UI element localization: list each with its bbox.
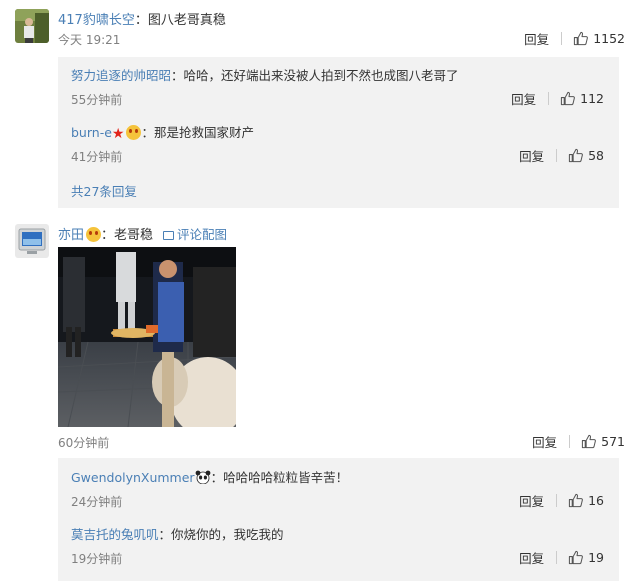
like-button[interactable]: 16 [568, 493, 604, 508]
reply-text: 哈哈哈哈粒粒皆辛苦！ [223, 470, 349, 485]
comment-meta: 60分钟前 回复 571 [58, 432, 625, 452]
like-count: 19 [588, 550, 604, 565]
comment-meta: 今天 19:21 回复 1152 [58, 29, 625, 49]
reply-meta: 24分钟前 回复 16 [71, 491, 604, 511]
timestamp: 19分钟前 [71, 552, 123, 566]
username-link[interactable]: 亦田 [58, 228, 84, 243]
thumbs-up-icon [582, 434, 597, 449]
divider [556, 551, 558, 564]
comment-line: 亦田 ：老哥稳 评论配图 [58, 227, 228, 243]
timestamp: 今天 19:21 [58, 33, 121, 47]
reply-meta: 19分钟前 回复 19 [71, 548, 604, 568]
comment-text: 图八老哥真稳 [147, 13, 226, 28]
reply-text: 那是抢救国家财产 [153, 125, 254, 140]
panda-emoji-icon [195, 470, 210, 484]
reply-thread: 努力追逐的帅昭昭：哈哈，还好端出来没被人拍到不然也成图八老哥了 55分钟前 回复… [58, 57, 619, 208]
emoji-face-icon [126, 125, 142, 140]
like-count: 16 [588, 493, 604, 508]
reply-item: 努力追逐的帅昭昭：哈哈，还好端出来没被人拍到不然也成图八老哥了 55分钟前 回复… [71, 65, 604, 113]
reply-button[interactable]: 回复 [519, 548, 544, 567]
reply-button[interactable]: 回复 [532, 432, 557, 451]
reply-item: 莫吉托的兔叽叽：你烧你的，我吃我的 19分钟前 回复 19 [71, 524, 604, 572]
avatar[interactable] [15, 9, 49, 43]
like-button[interactable]: 19 [568, 550, 604, 565]
reply-meta: 41分钟前 回复 58 [71, 146, 604, 166]
like-count: 1152 [593, 31, 625, 46]
comment-photo[interactable] [58, 247, 236, 427]
emoji-face-icon [86, 227, 102, 242]
reply-button[interactable]: 回复 [519, 491, 544, 510]
timestamp: 24分钟前 [71, 495, 123, 509]
like-count: 112 [580, 91, 604, 106]
timestamp: 41分钟前 [71, 150, 123, 164]
timestamp: 60分钟前 [58, 436, 110, 450]
thumbs-up-icon [568, 550, 583, 565]
divider [556, 494, 558, 507]
like-count: 58 [588, 148, 604, 163]
comment-text: 老哥稳 [114, 228, 154, 243]
reply-text: 哈哈，还好端出来没被人拍到不然也成图八老哥了 [183, 68, 459, 83]
comment-image-link[interactable]: 评论配图 [163, 227, 227, 242]
timestamp: 55分钟前 [71, 93, 123, 107]
divider [569, 435, 571, 448]
reply-username[interactable]: burn-e [71, 125, 112, 140]
reply-line: 努力追逐的帅昭昭：哈哈，还好端出来没被人拍到不然也成图八老哥了 [71, 68, 459, 83]
image-icon [163, 231, 175, 240]
avatar[interactable] [15, 224, 49, 258]
reply-username[interactable]: GwendolynXummer [71, 470, 195, 485]
like-button[interactable]: 1152 [573, 31, 625, 46]
reply-meta: 55分钟前 回复 112 [71, 89, 604, 109]
more-replies-link[interactable]: 共27条回复 [71, 181, 137, 200]
reply-username[interactable]: 努力追逐的帅昭昭 [71, 68, 171, 83]
like-button[interactable]: 58 [568, 148, 604, 163]
thumbs-up-icon [561, 91, 576, 106]
reply-line: 莫吉托的兔叽叽：你烧你的，我吃我的 [71, 527, 284, 542]
thumbs-up-icon [568, 148, 583, 163]
like-button[interactable]: 112 [560, 91, 604, 106]
like-button[interactable]: 571 [581, 434, 625, 449]
comment-item: 417豹啸长空：图八老哥真稳 今天 19:21 回复 1152 努力追逐的帅昭昭… [0, 0, 640, 210]
reply-item: GwendolynXummer ：哈哈哈哈粒粒皆辛苦！ 24分钟前 回复 16 [71, 467, 604, 515]
divider [561, 32, 563, 45]
reply-line: GwendolynXummer ：哈哈哈哈粒粒皆辛苦！ [71, 470, 349, 485]
reply-text: 你烧你的，我吃我的 [171, 527, 284, 542]
comment-image-label: 评论配图 [177, 227, 228, 242]
thumbs-up-icon [574, 31, 589, 46]
reply-item: burn-e★ ：那是抢救国家财产 41分钟前 回复 58 [71, 122, 604, 170]
username-link[interactable]: 417豹啸长空 [58, 13, 135, 28]
reply-line: burn-e★ ：那是抢救国家财产 [71, 125, 254, 142]
red-star-icon: ★ [111, 126, 125, 142]
like-count: 571 [601, 434, 625, 449]
thumbs-up-icon [568, 493, 583, 508]
reply-button[interactable]: 回复 [524, 29, 549, 48]
comment-line: 417豹啸长空：图八老哥真稳 [58, 13, 226, 28]
reply-button[interactable]: 回复 [519, 146, 544, 165]
divider [548, 92, 550, 105]
reply-thread: GwendolynXummer ：哈哈哈哈粒粒皆辛苦！ 24分钟前 回复 16 莫… [58, 458, 619, 581]
reply-button[interactable]: 回复 [511, 89, 536, 108]
divider [556, 149, 558, 162]
reply-username[interactable]: 莫吉托的兔叽叽 [71, 527, 159, 542]
